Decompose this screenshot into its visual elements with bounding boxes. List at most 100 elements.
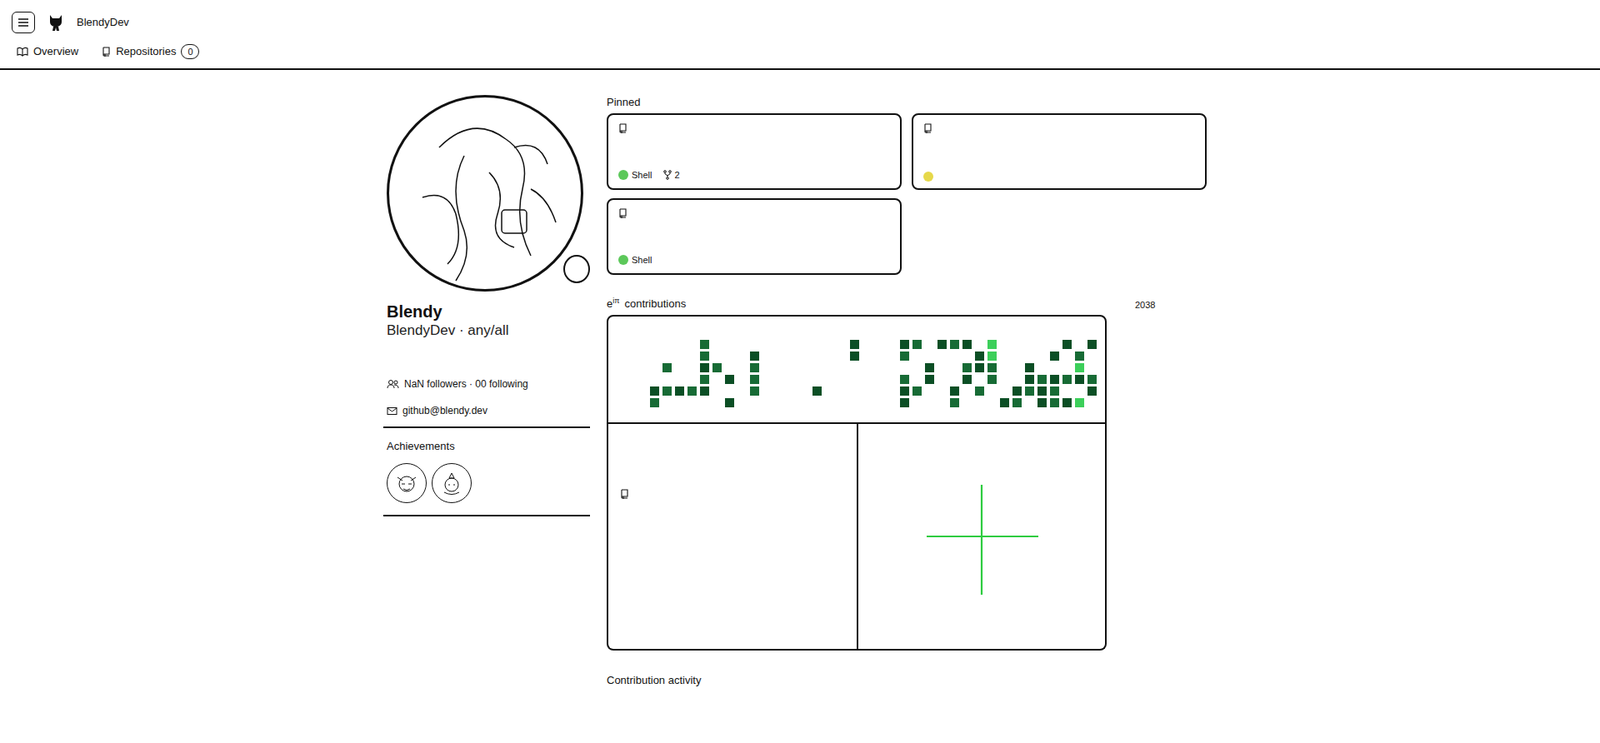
contribution-day[interactable] [737, 375, 747, 385]
contribution-day[interactable] [762, 375, 772, 385]
contribution-day[interactable] [750, 386, 760, 396]
contribution-day[interactable] [937, 398, 947, 408]
contribution-day[interactable] [837, 351, 847, 361]
contribution-day[interactable] [987, 351, 997, 361]
contribution-day[interactable] [1087, 398, 1097, 408]
contribution-day[interactable] [675, 386, 685, 396]
contribution-day[interactable] [950, 398, 960, 408]
contribution-day[interactable] [1087, 351, 1097, 361]
contribution-day[interactable] [737, 386, 747, 396]
contribution-day[interactable] [1087, 363, 1097, 373]
contribution-day[interactable] [675, 398, 685, 408]
contribution-day[interactable] [775, 375, 785, 385]
contribution-day[interactable] [800, 340, 810, 350]
contribution-day[interactable] [650, 386, 660, 396]
contribution-day[interactable] [1062, 363, 1072, 373]
contribution-day[interactable] [1000, 363, 1010, 373]
contribution-day[interactable] [650, 398, 660, 408]
contribution-day[interactable] [1012, 351, 1022, 361]
contribution-day[interactable] [1012, 386, 1022, 396]
contribution-day[interactable] [812, 363, 822, 373]
pinned-repo[interactable]: Shell2 [606, 113, 902, 190]
contribution-day[interactable] [937, 386, 947, 396]
contribution-day[interactable] [775, 386, 785, 396]
contribution-day[interactable] [1037, 340, 1047, 350]
contribution-day[interactable] [1012, 375, 1022, 385]
contribution-day[interactable] [925, 363, 935, 373]
contribution-day[interactable] [725, 386, 735, 396]
contribution-day[interactable] [675, 340, 685, 350]
contribution-day[interactable] [712, 398, 722, 408]
contribution-day[interactable] [787, 351, 797, 361]
contribution-day[interactable] [750, 375, 760, 385]
contribution-day[interactable] [1062, 340, 1072, 350]
follow-text[interactable]: NaN followers · 00 following [404, 376, 529, 392]
contribution-day[interactable] [850, 351, 860, 361]
pinned-repo[interactable]: Shell [606, 198, 902, 275]
contribution-day[interactable] [787, 340, 797, 350]
contribution-day[interactable] [912, 340, 922, 350]
contribution-day[interactable] [700, 340, 710, 350]
contribution-day[interactable] [1025, 351, 1035, 361]
contribution-day[interactable] [700, 386, 710, 396]
contribution-day[interactable] [687, 375, 697, 385]
contribution-day[interactable] [1050, 398, 1060, 408]
contribution-day[interactable] [1000, 386, 1010, 396]
year-selector[interactable]: 2038 [1135, 298, 1155, 313]
contribution-day[interactable] [650, 375, 660, 385]
contribution-day[interactable] [675, 351, 685, 361]
fork-number[interactable]: 2 [674, 168, 680, 183]
contribution-day[interactable] [737, 340, 747, 350]
contribution-day[interactable] [750, 351, 760, 361]
contribution-day[interactable] [1075, 340, 1085, 350]
contribution-day[interactable] [750, 363, 760, 373]
contribution-day[interactable] [1037, 375, 1047, 385]
contribution-day[interactable] [737, 351, 747, 361]
contribution-day[interactable] [975, 340, 985, 350]
contribution-day[interactable] [875, 351, 885, 361]
contribution-day[interactable] [762, 386, 772, 396]
contribution-day[interactable] [937, 375, 947, 385]
contribution-day[interactable] [687, 398, 697, 408]
achievement-badge[interactable] [431, 463, 472, 504]
contribution-day[interactable] [875, 375, 885, 385]
contribution-day[interactable] [925, 398, 935, 408]
contribution-day[interactable] [850, 340, 860, 350]
contribution-day[interactable] [962, 351, 972, 361]
contribution-day[interactable] [812, 375, 822, 385]
contribution-day[interactable] [1075, 363, 1085, 373]
contribution-day[interactable] [1025, 386, 1035, 396]
contribution-day[interactable] [887, 398, 897, 408]
contribution-day[interactable] [1037, 386, 1047, 396]
contribution-day[interactable] [875, 340, 885, 350]
contribution-day[interactable] [1037, 351, 1047, 361]
contribution-day[interactable] [987, 398, 997, 408]
contribution-day[interactable] [850, 386, 860, 396]
contribution-day[interactable] [887, 363, 897, 373]
contribution-day[interactable] [1075, 375, 1085, 385]
username[interactable]: BlendyDev [76, 14, 130, 31]
contribution-day[interactable] [787, 375, 797, 385]
contribution-day[interactable] [900, 375, 910, 385]
contribution-day[interactable] [825, 351, 835, 361]
contribution-day[interactable] [1000, 351, 1010, 361]
contribution-day[interactable] [937, 363, 947, 373]
contribution-day[interactable] [1087, 340, 1097, 350]
contribution-day[interactable] [750, 340, 760, 350]
contribution-day[interactable] [725, 340, 735, 350]
contribution-day[interactable] [925, 375, 935, 385]
contribution-day[interactable] [837, 375, 847, 385]
contribution-day[interactable] [687, 340, 697, 350]
contribution-day[interactable] [862, 386, 872, 396]
contribution-day[interactable] [762, 340, 772, 350]
contribution-day[interactable] [750, 398, 760, 408]
contribution-day[interactable] [912, 375, 922, 385]
contribution-day[interactable] [825, 398, 835, 408]
contribution-day[interactable] [712, 340, 722, 350]
contribution-day[interactable] [987, 386, 997, 396]
contribution-day[interactable] [987, 340, 997, 350]
contribution-day[interactable] [837, 386, 847, 396]
contribution-day[interactable] [912, 351, 922, 361]
contribution-day[interactable] [737, 398, 747, 408]
contribution-day[interactable] [675, 363, 685, 373]
